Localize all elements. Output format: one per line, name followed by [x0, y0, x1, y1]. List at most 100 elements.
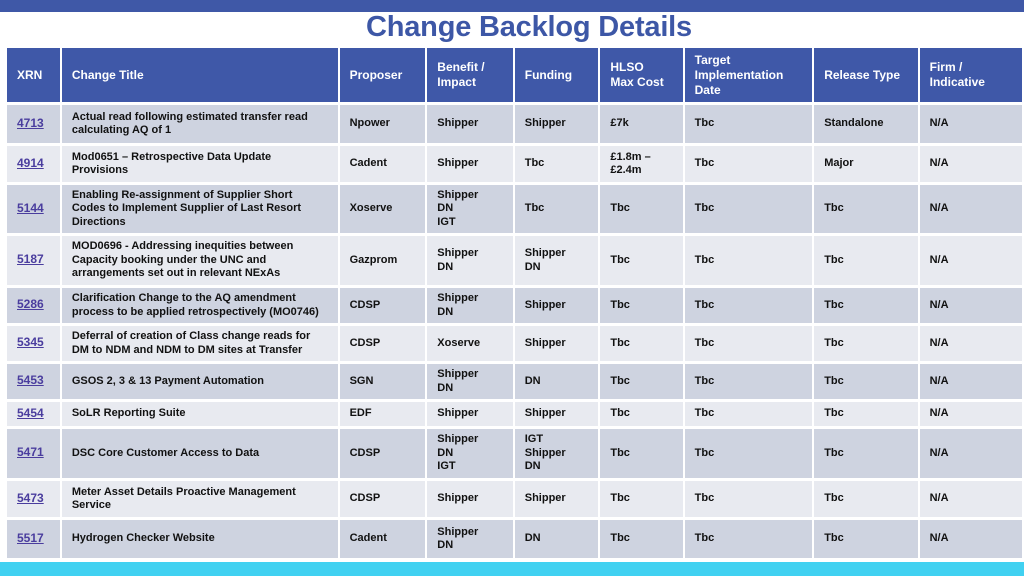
benefit-line: DN	[437, 260, 454, 273]
target-date-cell: Tbc	[684, 288, 813, 323]
column-header-release-type: Release Type	[814, 48, 918, 102]
column-header-line: Indicative	[929, 75, 985, 89]
xrn-link[interactable]: 5187	[17, 252, 44, 267]
change-title-cell: Actual read following estimated transfer…	[61, 105, 338, 143]
proposer-cell: Cadent	[339, 520, 426, 558]
change-title-cell: Clarification Change to the AQ amendment…	[61, 288, 338, 323]
benefit-impact-cell: Shipper DN	[427, 236, 513, 285]
benefit-line: DN	[437, 381, 454, 394]
benefit-impact-cell: Shipper	[427, 481, 513, 517]
column-header-proposer: Proposer	[339, 48, 426, 102]
change-title-cell: Hydrogen Checker Website	[61, 520, 338, 558]
xrn-cell: 5187	[7, 236, 60, 285]
funding-line: Tbc	[524, 157, 545, 170]
column-header-line: Firm /	[929, 60, 963, 74]
benefit-impact-cell: Shipper	[427, 146, 513, 182]
hlso-max-cost-cell: Tbc	[600, 185, 683, 233]
table-row: 5187 MOD0696 - Addressing inequities betw…	[7, 236, 1022, 285]
xrn-link[interactable]: 5286	[17, 297, 44, 312]
funding-line: Shipper	[524, 117, 566, 130]
proposer-cell: Xoserve	[339, 185, 426, 233]
benefit-impact-cell: Shipper DN IGT	[427, 429, 513, 478]
release-type-cell: Tbc	[814, 520, 918, 558]
funding-cell: Shipper	[514, 288, 599, 323]
firm-indicative-cell: N/A	[919, 481, 1022, 517]
column-header-target-implementation-date: Target Implementation Date	[684, 48, 813, 102]
target-date-cell: Tbc	[684, 326, 813, 361]
release-type-cell: Tbc	[814, 288, 918, 323]
benefit-line: Shipper	[437, 292, 479, 304]
column-header-line: Proposer	[349, 67, 403, 82]
funding-line: Shipper	[524, 446, 566, 459]
change-title-line: Capacity booking under the UNC and	[71, 253, 267, 266]
hlso-max-cost-cell: Tbc	[600, 288, 683, 323]
column-header-line: Target	[694, 52, 731, 67]
cost-line: £1.8m –	[610, 150, 651, 163]
cost-line: Tbc	[610, 202, 630, 215]
table-row: 5454 SoLR Reporting Suite EDF Shipper Shippe…	[7, 402, 1022, 426]
column-header-line: Date	[694, 82, 721, 97]
xrn-link[interactable]: 5473	[17, 491, 44, 505]
benefit-line: Shipper	[437, 492, 479, 505]
firm-indicative-cell: N/A	[919, 364, 1022, 399]
target-date-cell: Tbc	[684, 105, 813, 143]
cost-line: £7k	[610, 117, 629, 130]
firm-indicative-cell: N/A	[919, 236, 1022, 285]
change-title-line: DSC Core Customer Access to Data	[71, 446, 260, 459]
xrn-link[interactable]: 5517	[17, 531, 44, 545]
benefit-line: Shipper	[437, 157, 479, 170]
column-header-line: Change Title	[71, 67, 144, 82]
benefit-impact-cell: Shipper DN	[427, 520, 513, 558]
target-date-cell: Tbc	[684, 146, 813, 182]
table-row: 5471 DSC Core Customer Access to Data CDSP…	[7, 429, 1022, 478]
benefit-line: Shipper	[437, 525, 479, 538]
change-title-cell: SoLR Reporting Suite	[61, 402, 338, 426]
target-date-cell: Tbc	[684, 185, 813, 233]
xrn-cell: 5144	[7, 185, 60, 233]
funding-cell: DN	[514, 520, 599, 558]
change-title-line: Enabling Re-assignment of Supplier Short	[71, 188, 293, 201]
benefit-line: Shipper	[437, 247, 479, 259]
benefit-impact-cell: Shipper DN IGT	[427, 185, 513, 233]
cost-line: Tbc	[610, 336, 630, 349]
firm-indicative-cell: N/A	[919, 288, 1022, 323]
change-title-cell: GSOS 2, 3 & 13 Payment Automation	[61, 364, 338, 399]
release-type-cell: Tbc	[814, 364, 918, 399]
column-header-line: Release Type	[824, 67, 901, 82]
cost-line: Tbc	[610, 492, 630, 505]
funding-line: Shipper	[524, 336, 566, 349]
release-type-cell: Tbc	[814, 481, 918, 517]
proposer-cell: Npower	[339, 105, 426, 143]
change-title-line: GSOS 2, 3 & 13 Payment Automation	[71, 374, 264, 387]
funding-line: DN	[524, 260, 541, 273]
target-date-cell: Tbc	[684, 236, 813, 285]
benefit-line: Xoserve	[437, 336, 481, 349]
proposer-cell: CDSP	[339, 429, 426, 478]
funding-cell: Shipper	[514, 402, 599, 426]
cost-line: Tbc	[610, 532, 630, 545]
benefit-line: DN	[437, 539, 454, 551]
xrn-link[interactable]: 5453	[17, 373, 44, 388]
benefit-line: Shipper	[437, 117, 479, 130]
funding-cell: Shipper	[514, 326, 599, 361]
cost-line: Tbc	[610, 374, 630, 387]
xrn-link[interactable]: 4914	[17, 156, 44, 170]
column-header-line: HLSO	[610, 60, 644, 74]
hlso-max-cost-cell: Tbc	[600, 326, 683, 361]
xrn-link[interactable]: 5471	[17, 445, 44, 460]
xrn-link[interactable]: 5345	[17, 335, 44, 350]
xrn-link[interactable]: 5454	[17, 406, 44, 420]
table-row: 4713 Actual read following estimated tran…	[7, 105, 1022, 143]
cost-line: Tbc	[610, 253, 630, 266]
xrn-link[interactable]: 4713	[17, 116, 44, 130]
xrn-link[interactable]: 5144	[17, 201, 44, 215]
funding-cell: Shipper DN	[514, 236, 599, 285]
benefit-line: Shipper	[437, 433, 479, 446]
change-title-line: Clarification Change to the AQ amendment	[71, 292, 296, 304]
column-header-line: Benefit /	[437, 60, 485, 74]
table-header-row: XRN Change Title Proposer Benefit / Impact Fu…	[7, 48, 1022, 102]
firm-indicative-cell: N/A	[919, 326, 1022, 361]
funding-cell: Tbc	[514, 185, 599, 233]
target-date-cell: Tbc	[684, 364, 813, 399]
benefit-line: DN	[437, 305, 454, 318]
